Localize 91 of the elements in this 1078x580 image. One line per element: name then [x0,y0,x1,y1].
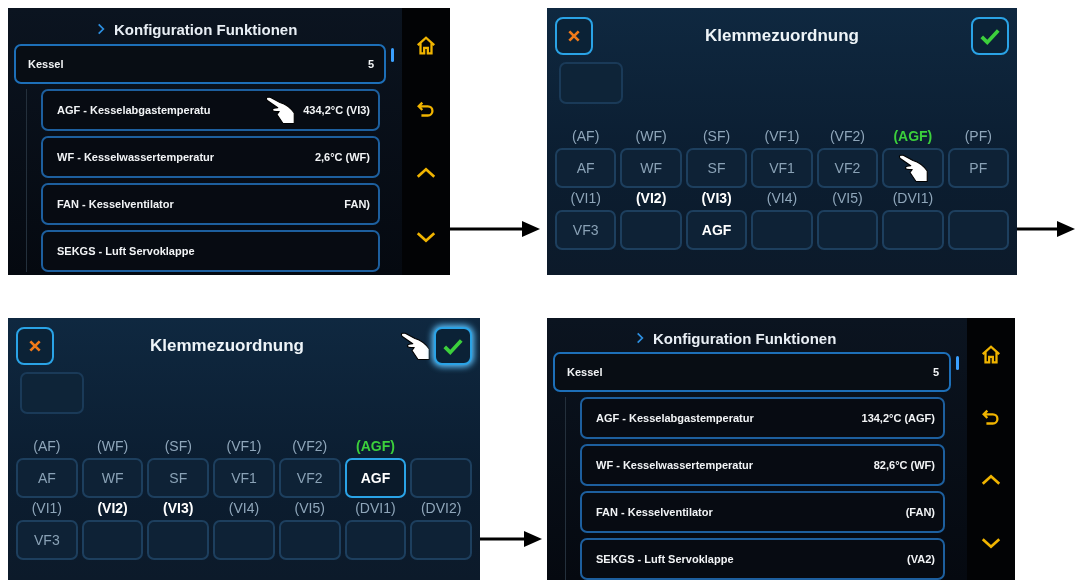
terminal-label: (VI1) [570,190,601,208]
item-label: SEKGS - Luft Servoklappe [57,245,195,257]
pointing-hand-icon [265,95,296,125]
item-value: FAN) [344,198,370,210]
terminal-slot[interactable]: VF1 [751,148,813,188]
terminal-slot[interactable]: AF [555,148,617,188]
item-value: (FAN) [905,506,935,518]
terminal-label: (SF) [164,438,192,456]
terminal-slot[interactable]: VF3 [16,520,78,560]
terminal-slot[interactable]: PF [947,148,1009,188]
list-item[interactable]: SEKGS - Luft Servoklappe [41,230,380,272]
terminal-label: (DVI1) [355,500,396,518]
terminal-label: (VI3) [163,500,194,518]
terminal-label: (VI2) [97,500,128,518]
terminal-slot[interactable]: AGF [685,210,748,250]
terminal-slot[interactable]: VF2 [278,458,341,498]
dialog-title: Klemmezuordnung [150,336,304,356]
terminal-label: (VF1) [226,438,262,456]
terminal-label: (VI3) [701,190,732,208]
list-item[interactable]: WF - Kesselwassertemperatur 2,6°C (WF) [41,136,380,178]
terminal-label: (VI1) [31,500,62,518]
item-label: FAN - Kesselventilator [596,506,713,518]
terminal-label: (AF) [33,438,61,456]
list-item[interactable]: WF - Kesselwassertemperatur 82,6°C (WF) [580,444,945,486]
item-label: AGF - Kesselabgastemperatur [596,412,754,424]
terminal-slot[interactable]: VF3 [555,210,617,250]
terminal-slot[interactable]: VF2 [816,148,879,188]
cancel-button[interactable] [555,17,593,55]
dialog-title: Klemmezuordnung [705,26,859,46]
pointing-hand-icon [400,331,430,361]
terminal-slot[interactable]: AGF [344,458,407,498]
item-value: 82,6°C (WF) [873,459,935,471]
terminal-label: (VF2) [292,438,328,456]
arrow [480,530,542,548]
terminal-slot[interactable] [882,148,944,188]
screen-title: Konfiguration Funktionen [653,329,837,347]
group-label: Kessel [567,366,603,378]
item-value: 134,2°C (AGF) [861,412,935,424]
terminal-label: (VI4) [228,500,260,518]
item-label: FAN - Kesselventilator [57,198,174,210]
group-label: Kessel [28,58,64,70]
list-item[interactable]: SEKGS - Luft Servoklappe (VA2) [580,538,945,580]
list-item[interactable]: FAN - Kesselventilator (FAN) [580,491,945,533]
list-item[interactable]: FAN - Kesselventilator FAN) [41,183,380,225]
terminal-slot[interactable]: VF1 [213,458,275,498]
terminal-label: (AGF) [893,128,933,146]
group-count: 5 [932,366,939,378]
group-row[interactable]: Kessel 5 [14,44,386,84]
empty-field [20,372,84,414]
screen-title: Konfiguration Funktionen [114,20,298,38]
scroll-indicator [956,356,959,370]
confirm-button[interactable] [971,17,1009,55]
terminal-label: (DVI1) [892,190,934,208]
item-value: 2,6°C (WF) [314,151,370,163]
item-label: SEKGS - Luft Servoklappe [596,553,734,565]
empty-field [559,62,623,104]
arrow [1017,220,1075,238]
item-label: WF - Kesselwassertemperatur [57,151,215,163]
terminal-label: (AF) [572,128,600,146]
item-value: (VA2) [907,553,935,565]
terminal-label: (DVI2) [420,500,462,518]
pointing-hand-icon [897,153,928,183]
item-label: AGF - Kesselabgastemperatu [57,104,211,116]
terminal-slot[interactable]: SF [147,458,210,498]
cancel-button[interactable] [16,327,54,365]
terminal-label: (SF) [702,128,731,146]
terminal-label: (VI5) [832,190,863,208]
home-icon[interactable] [415,34,437,57]
terminal-label: (AGF) [355,438,395,456]
terminal-label: (WF) [97,438,129,456]
terminal-label: (WF) [635,128,667,146]
list-item[interactable]: AGF - Kesselabgastemperatur 134,2°C (AGF) [580,397,945,439]
terminal-label: (VI4) [766,190,798,208]
confirm-button[interactable] [434,327,472,365]
group-count: 5 [367,58,374,70]
terminal-slot[interactable]: AF [16,458,78,498]
item-label: WF - Kesselwassertemperatur [596,459,754,471]
item-value: 434,2°C (VI3) [303,104,370,116]
scroll-indicator [391,48,394,62]
close-icon [27,338,43,354]
terminal-slot[interactable]: SF [685,148,748,188]
list-item[interactable]: AGF - Kesselabgastemperatu 434,2°C (VI3) [41,89,380,131]
close-icon [566,28,582,44]
terminal-label: (VI2) [635,190,667,208]
terminal-label: (VF2) [829,128,865,146]
terminal-label: (VF1) [764,128,800,146]
terminal-slot[interactable]: WF [620,148,682,188]
terminal-label: (PF) [964,128,992,146]
terminal-slot[interactable]: WF [81,458,144,498]
group-row[interactable]: Kessel 5 [553,352,951,392]
terminal-label: (VI5) [294,500,325,518]
